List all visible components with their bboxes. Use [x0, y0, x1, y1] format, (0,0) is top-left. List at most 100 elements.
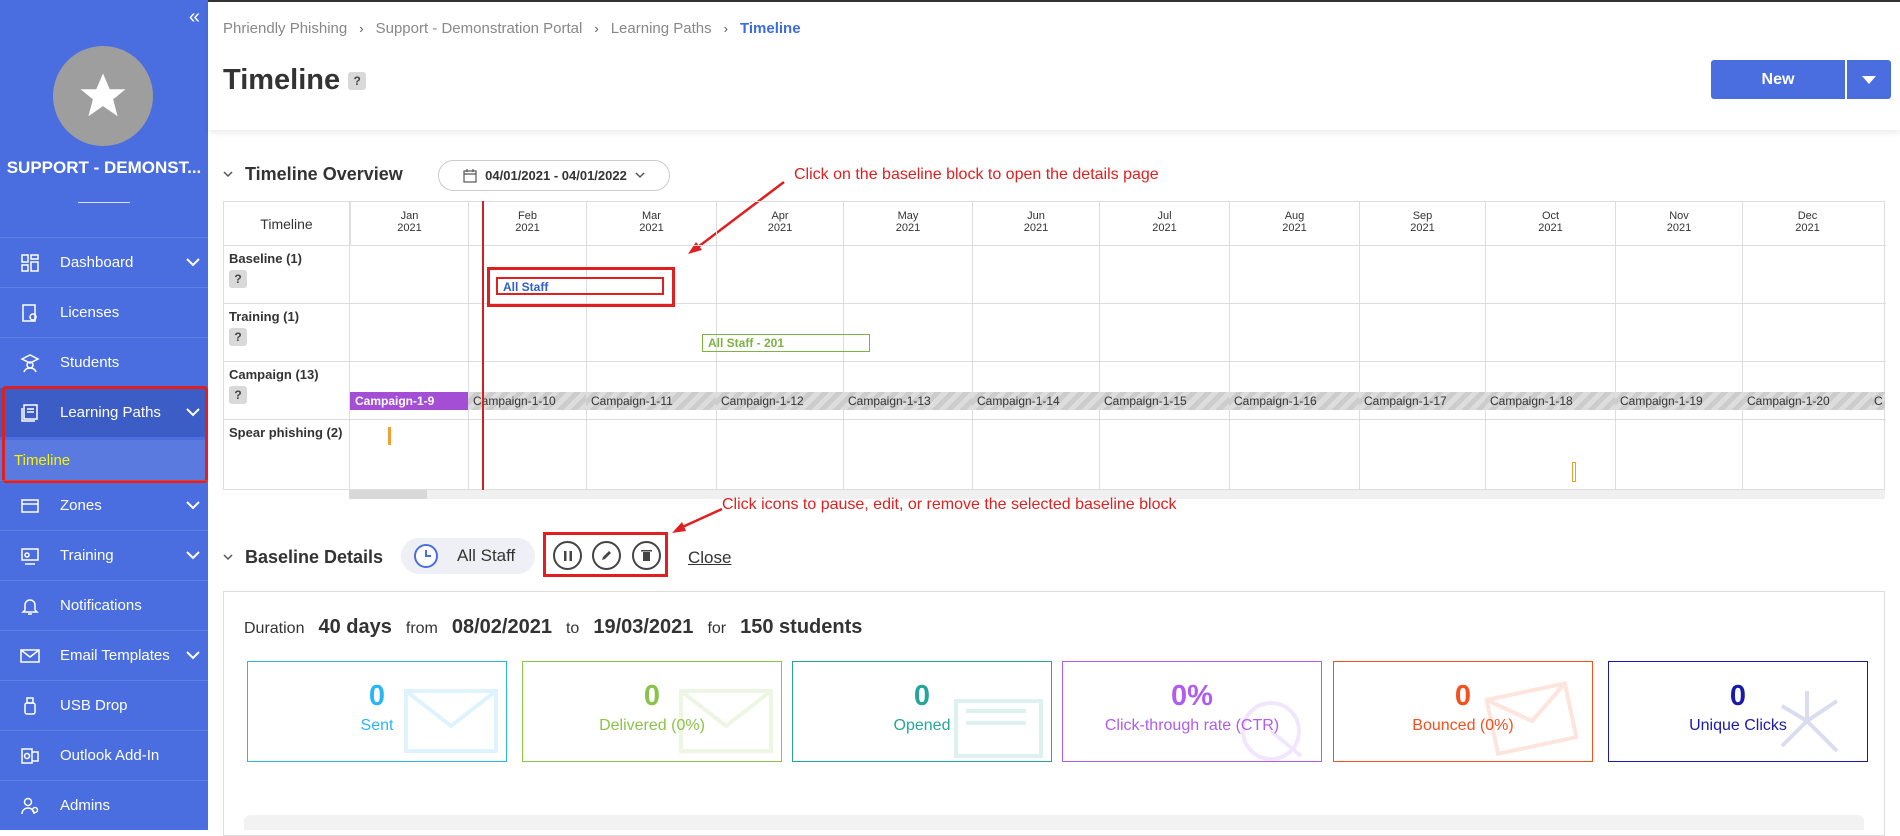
timeline-corner-label: Timeline: [224, 202, 350, 245]
sidebar-item-notifications[interactable]: Notifications: [0, 580, 208, 630]
chevron-down-icon: [178, 254, 208, 271]
highlight-box: [2, 386, 208, 483]
breadcrumb-item[interactable]: Support - Demonstration Portal: [376, 20, 583, 37]
sidebar-item-zones[interactable]: Zones: [0, 480, 208, 530]
help-icon[interactable]: ?: [348, 72, 367, 91]
stat-card-unique-clicks: 0 Unique Clicks: [1608, 661, 1868, 762]
sidebar-item-outlook-add-in[interactable]: Outlook Add-In: [0, 730, 208, 780]
caret-down-icon: [1862, 75, 1876, 84]
sidebar-item-usb-drop[interactable]: USB Drop: [0, 680, 208, 730]
help-icon[interactable]: ?: [229, 270, 247, 288]
sidebar-item-label: Notifications: [60, 597, 142, 614]
month-header: May 2021: [843, 202, 972, 245]
open-envelope-icon: [954, 699, 1043, 758]
envelope-icon: [679, 689, 773, 753]
pause-button[interactable]: [553, 541, 582, 570]
breadcrumb-item[interactable]: Learning Paths: [611, 20, 712, 37]
delete-button[interactable]: [632, 541, 661, 570]
chevron-down-icon: [223, 554, 233, 561]
student-icon: [0, 353, 60, 373]
sidebar-item-label: USB Drop: [60, 697, 128, 714]
help-icon[interactable]: ?: [229, 328, 247, 346]
chevron-right-icon: ›: [723, 21, 728, 36]
row-label-spear-phishing: Spear phishing (2): [224, 419, 350, 491]
timeline-grid: Timeline Jan 2021 Feb 2021 Mar 2021 Apr 2021…: [223, 201, 1886, 491]
month-header: Dec 2021: [1742, 202, 1872, 245]
training-bar[interactable]: All Staff - 201: [702, 334, 870, 352]
campaign-bar[interactable]: Campaign-1-9: [350, 392, 468, 410]
training-icon: [0, 546, 60, 566]
stat-card-ctr: 0% Click-through rate (CTR): [1062, 661, 1322, 762]
selected-baseline-name: All Staff: [457, 546, 516, 565]
sidebar-item-training[interactable]: Training: [0, 530, 208, 580]
sidebar-item-label: Email Templates: [60, 647, 170, 664]
start-date: 08/02/2021: [451, 616, 552, 638]
next-section-stub: [244, 815, 1864, 830]
divider: [78, 202, 130, 203]
breadcrumb-current: Timeline: [739, 20, 801, 37]
stat-card-sent: 0 Sent: [247, 661, 507, 762]
campaign-bar[interactable]: Campaign-1-10: [468, 392, 586, 410]
sidebar-item-email-templates[interactable]: Email Templates: [0, 630, 208, 680]
date-range-picker[interactable]: 04/01/2021 - 04/01/2022: [438, 160, 670, 191]
month-header: Jun 2021: [972, 202, 1099, 245]
grid-line: [224, 303, 1886, 304]
chevron-right-icon: ›: [594, 21, 599, 36]
page-title: Timeline ?: [223, 64, 367, 97]
section-title: Baseline Details: [245, 547, 384, 567]
campaign-bar[interactable]: Campaign-1-16: [1229, 392, 1359, 410]
campaign-bar[interactable]: Campaign-1-12: [716, 392, 843, 410]
campaign-bar[interactable]: Campaign-1-17: [1359, 392, 1485, 410]
sidebar-item-licenses[interactable]: Licenses: [0, 287, 208, 337]
email-icon: [0, 646, 60, 666]
pause-icon: [563, 550, 572, 561]
month-header: Nov 2021: [1615, 202, 1742, 245]
stat-card-bounced: 0 Bounced (0%): [1333, 661, 1593, 762]
timeline-overview-header[interactable]: Timeline Overview: [223, 164, 403, 185]
new-button[interactable]: New: [1711, 60, 1845, 99]
sidebar-item-students[interactable]: Students: [0, 337, 208, 387]
cursor-click-icon: [1241, 701, 1303, 761]
month-header: Sep 2021: [1359, 202, 1485, 245]
page-title-text: Timeline: [223, 64, 341, 96]
new-dropdown-button[interactable]: [1847, 60, 1891, 99]
sidebar-item-admins[interactable]: Admins: [0, 780, 208, 830]
campaign-bar[interactable]: C: [1872, 392, 1885, 410]
campaign-bar[interactable]: Campaign-1-15: [1099, 392, 1229, 410]
grid-line: [224, 419, 1886, 420]
chevron-down-icon: [223, 171, 233, 178]
collapse-sidebar-icon[interactable]: «: [189, 6, 200, 29]
scrollbar-thumb[interactable]: [349, 490, 427, 499]
help-icon[interactable]: ?: [229, 386, 247, 404]
clock-icon: [414, 544, 438, 568]
calendar-icon: [463, 168, 477, 183]
sidebar-item-dashboard[interactable]: Dashboard: [0, 237, 208, 287]
baseline-details-header[interactable]: Baseline Details: [223, 547, 383, 568]
edit-button[interactable]: [592, 541, 621, 570]
grid-line: [224, 245, 1886, 246]
campaign-bar[interactable]: Campaign-1-14: [972, 392, 1099, 410]
sidebar-item-label: Training: [60, 547, 114, 564]
campaign-bar[interactable]: Campaign-1-19: [1615, 392, 1742, 410]
month-header: Jan 2021: [350, 202, 468, 245]
month-header: Aug 2021: [1229, 202, 1359, 245]
annotation-baseline: Click on the baseline block to open the …: [794, 166, 1159, 183]
click-burst-icon: [1780, 691, 1839, 753]
sidebar-item-label: Admins: [60, 797, 111, 814]
row-label-baseline: Baseline (1)?: [224, 245, 350, 303]
spear-phishing-marker[interactable]: [388, 427, 391, 445]
campaign-bar[interactable]: Campaign-1-20: [1742, 392, 1872, 410]
campaign-bar[interactable]: Campaign-1-18: [1485, 392, 1615, 410]
campaign-bar[interactable]: Campaign-1-11: [586, 392, 716, 410]
bounced-envelope-icon: [1484, 681, 1579, 757]
breadcrumb-item[interactable]: Phriendly Phishing: [223, 20, 347, 37]
close-link[interactable]: Close: [688, 548, 731, 568]
sidebar-item-label: Licenses: [60, 304, 120, 321]
date-range-value: 04/01/2021 - 04/01/2022: [485, 168, 627, 183]
bell-icon: [0, 596, 60, 616]
campaign-bar[interactable]: Campaign-1-13: [843, 392, 972, 410]
spear-phishing-marker[interactable]: [1572, 462, 1576, 482]
zones-icon: [0, 496, 60, 516]
chevron-down-icon: [635, 172, 645, 179]
baseline-bar[interactable]: All Staff: [496, 277, 664, 295]
